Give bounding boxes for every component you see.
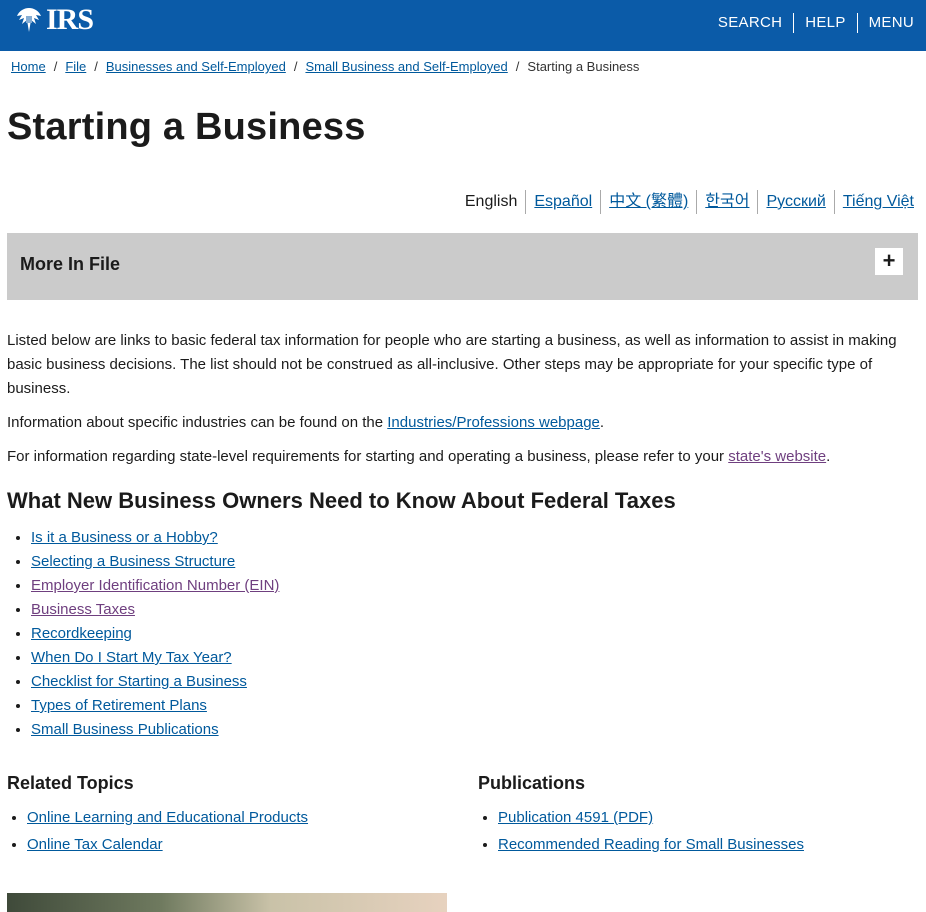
- online-learning-link[interactable]: Online Learning and Educational Products: [27, 809, 308, 826]
- industries-professions-link[interactable]: Industries/Professions webpage: [387, 414, 600, 431]
- breadcrumb-separator: /: [94, 59, 98, 74]
- state-website-link[interactable]: state's website: [728, 448, 826, 465]
- publication-4591-link[interactable]: Publication 4591 (PDF): [498, 809, 653, 826]
- expand-plus-icon[interactable]: +: [875, 248, 903, 275]
- publications-list: Publication 4591 (PDF) Recommended Readi…: [478, 804, 804, 858]
- checklist-link[interactable]: Checklist for Starting a Business: [31, 673, 247, 690]
- online-tax-calendar-link[interactable]: Online Tax Calendar: [27, 836, 163, 853]
- recordkeeping-link[interactable]: Recordkeeping: [31, 625, 132, 642]
- list-item: Online Tax Calendar: [27, 831, 308, 858]
- list-item: Checklist for Starting a Business: [31, 670, 279, 694]
- breadcrumb-file[interactable]: File: [65, 59, 86, 74]
- language-spanish[interactable]: Español: [526, 190, 600, 214]
- intro-content: Listed below are links to basic federal …: [7, 329, 912, 479]
- site-header: IRS SEARCH HELP MENU: [0, 0, 926, 51]
- state-text: For information regarding state-level re…: [7, 448, 729, 465]
- publications-section: Publications Publication 4591 (PDF) Reco…: [478, 773, 804, 858]
- list-item: Recommended Reading for Small Businesses: [498, 831, 804, 858]
- state-suffix: .: [826, 448, 831, 465]
- list-item: When Do I Start My Tax Year?: [31, 646, 279, 670]
- business-or-hobby-link[interactable]: Is it a Business or a Hobby?: [31, 529, 218, 546]
- tax-year-link[interactable]: When Do I Start My Tax Year?: [31, 649, 232, 666]
- section-heading: What New Business Owners Need to Know Ab…: [7, 488, 676, 513]
- breadcrumb: Home / File / Businesses and Self-Employ…: [11, 59, 639, 74]
- language-russian[interactable]: Русский: [758, 190, 833, 214]
- language-english: English: [464, 193, 518, 210]
- small-business-publications-link[interactable]: Small Business Publications: [31, 721, 219, 738]
- list-item: Small Business Publications: [31, 718, 279, 742]
- breadcrumb-current: Starting a Business: [527, 59, 640, 74]
- list-item: Publication 4591 (PDF): [498, 804, 804, 831]
- list-item: Recordkeeping: [31, 622, 279, 646]
- related-topics-list: Online Learning and Educational Products…: [7, 804, 308, 858]
- language-korean[interactable]: 한국어: [697, 190, 757, 214]
- promo-image: [7, 893, 447, 912]
- list-item: Selecting a Business Structure: [31, 550, 279, 574]
- business-taxes-link[interactable]: Business Taxes: [31, 601, 135, 618]
- state-paragraph: For information regarding state-level re…: [7, 445, 912, 469]
- industries-text: Information about specific industries ca…: [7, 414, 388, 431]
- publications-heading: Publications: [478, 773, 586, 793]
- list-item: Online Learning and Educational Products: [27, 804, 308, 831]
- search-nav-link[interactable]: SEARCH: [707, 13, 793, 33]
- language-vietnamese[interactable]: Tiếng Việt: [835, 190, 914, 214]
- help-nav-link[interactable]: HELP: [794, 13, 856, 33]
- breadcrumb-separator: /: [293, 59, 298, 74]
- menu-nav-link[interactable]: MENU: [858, 13, 914, 33]
- retirement-plans-link[interactable]: Types of Retirement Plans: [31, 697, 207, 714]
- more-in-file-label: More In File: [20, 254, 121, 274]
- list-item: Is it a Business or a Hobby?: [31, 526, 279, 550]
- business-structure-link[interactable]: Selecting a Business Structure: [31, 553, 235, 570]
- related-topics-section: Related Topics Online Learning and Educa…: [7, 773, 308, 858]
- language-selector: English Español 中文 (繁體) 한국어 Русский Tiến…: [457, 190, 914, 214]
- topic-links-list: Is it a Business or a Hobby? Selecting a…: [7, 526, 279, 742]
- breadcrumb-small-business[interactable]: Small Business and Self-Employed: [305, 59, 507, 74]
- list-item: Business Taxes: [31, 598, 279, 622]
- breadcrumb-separator: /: [53, 59, 58, 74]
- list-item: Types of Retirement Plans: [31, 694, 279, 718]
- recommended-reading-link[interactable]: Recommended Reading for Small Businesses: [498, 836, 804, 853]
- more-in-file-accordion[interactable]: More In File +: [7, 233, 918, 300]
- top-navigation: SEARCH HELP MENU: [707, 13, 914, 33]
- breadcrumb-businesses[interactable]: Businesses and Self-Employed: [106, 59, 286, 74]
- breadcrumb-home[interactable]: Home: [11, 59, 46, 74]
- related-topics-heading: Related Topics: [7, 773, 134, 793]
- intro-paragraph: Listed below are links to basic federal …: [7, 332, 897, 397]
- language-chinese[interactable]: 中文 (繁體): [601, 190, 696, 214]
- list-item: Employer Identification Number (EIN): [31, 574, 279, 598]
- ein-link[interactable]: Employer Identification Number (EIN): [31, 577, 279, 594]
- breadcrumb-separator: /: [515, 59, 520, 74]
- logo-text: IRS: [46, 3, 94, 36]
- industries-suffix: .: [599, 414, 605, 431]
- industries-paragraph: Information about specific industries ca…: [7, 411, 912, 435]
- eagle-logo-icon: [17, 8, 41, 32]
- page-title: Starting a Business: [7, 106, 366, 148]
- irs-logo[interactable]: IRS: [14, 3, 94, 36]
